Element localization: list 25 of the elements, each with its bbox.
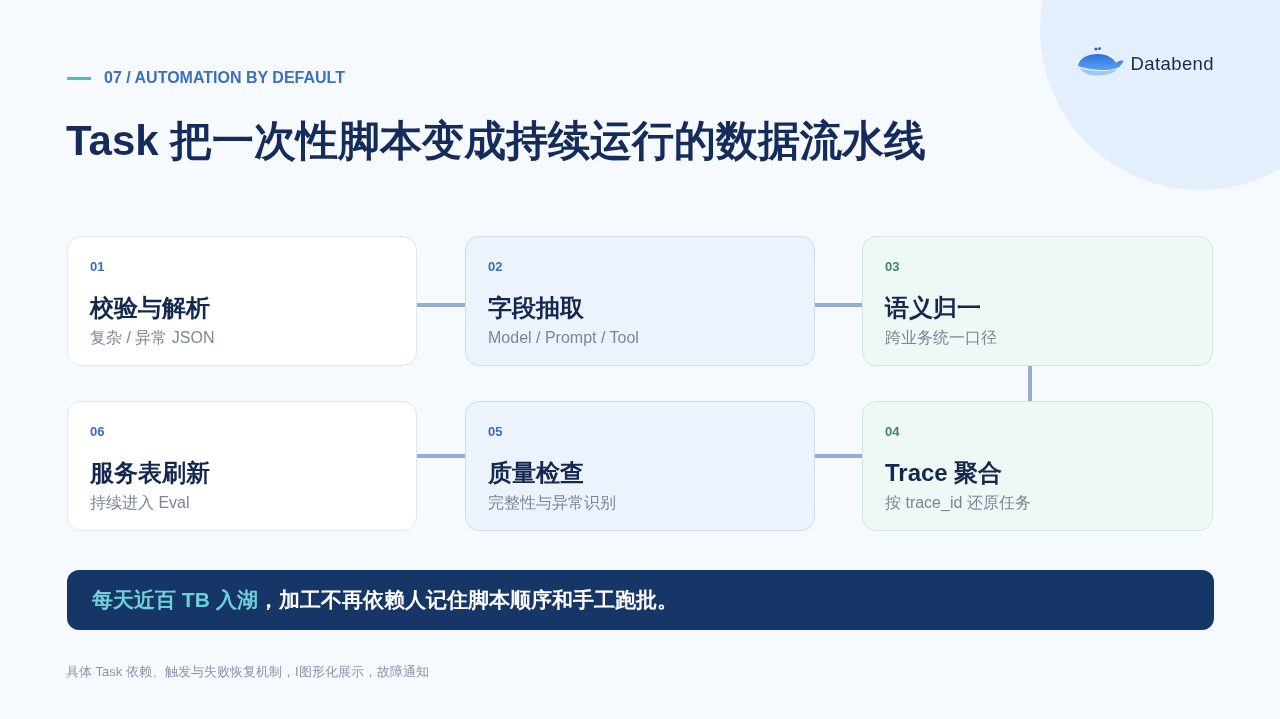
- step-subtitle: Model / Prompt / Tool: [488, 328, 639, 348]
- slide-title: Task 把一次性脚本变成持续运行的数据流水线: [66, 116, 927, 166]
- step-subtitle: 跨业务统一口径: [885, 328, 997, 348]
- step-title: 质量检查: [488, 458, 584, 488]
- banner-text: 每天近百 TB 入湖，加工不再依赖人记住脚本顺序和手工跑批。: [92, 587, 678, 613]
- whale-logo-icon: [1076, 47, 1124, 76]
- section-label: 07 / AUTOMATION BY DEFAULT: [104, 68, 345, 88]
- step-title: 校验与解析: [90, 293, 210, 323]
- logo-wordmark: Databend: [1130, 52, 1214, 75]
- step-number: 04: [885, 423, 900, 441]
- step-subtitle: 按 trace_id 还原任务: [885, 493, 1031, 513]
- step-number: 03: [885, 258, 900, 276]
- step-subtitle: 完整性与异常识别: [488, 493, 616, 513]
- step-subtitle: 复杂 / 异常 JSON: [90, 328, 215, 348]
- step-number: 05: [488, 423, 503, 441]
- footnote: 具体 Task 依赖、触发与失败恢复机制，I图形化展示，故障通知: [66, 663, 429, 681]
- step-number: 02: [488, 258, 503, 276]
- accent-dash: [67, 76, 91, 80]
- step-subtitle: 持续进入 Eval: [90, 493, 190, 513]
- step-title: Trace 聚合: [885, 458, 1003, 488]
- step-title: 服务表刷新: [90, 458, 210, 488]
- step-title: 语义归一: [885, 293, 981, 323]
- step-number: 06: [90, 423, 105, 441]
- step-number: 01: [90, 258, 105, 276]
- step-title: 字段抽取: [488, 293, 584, 323]
